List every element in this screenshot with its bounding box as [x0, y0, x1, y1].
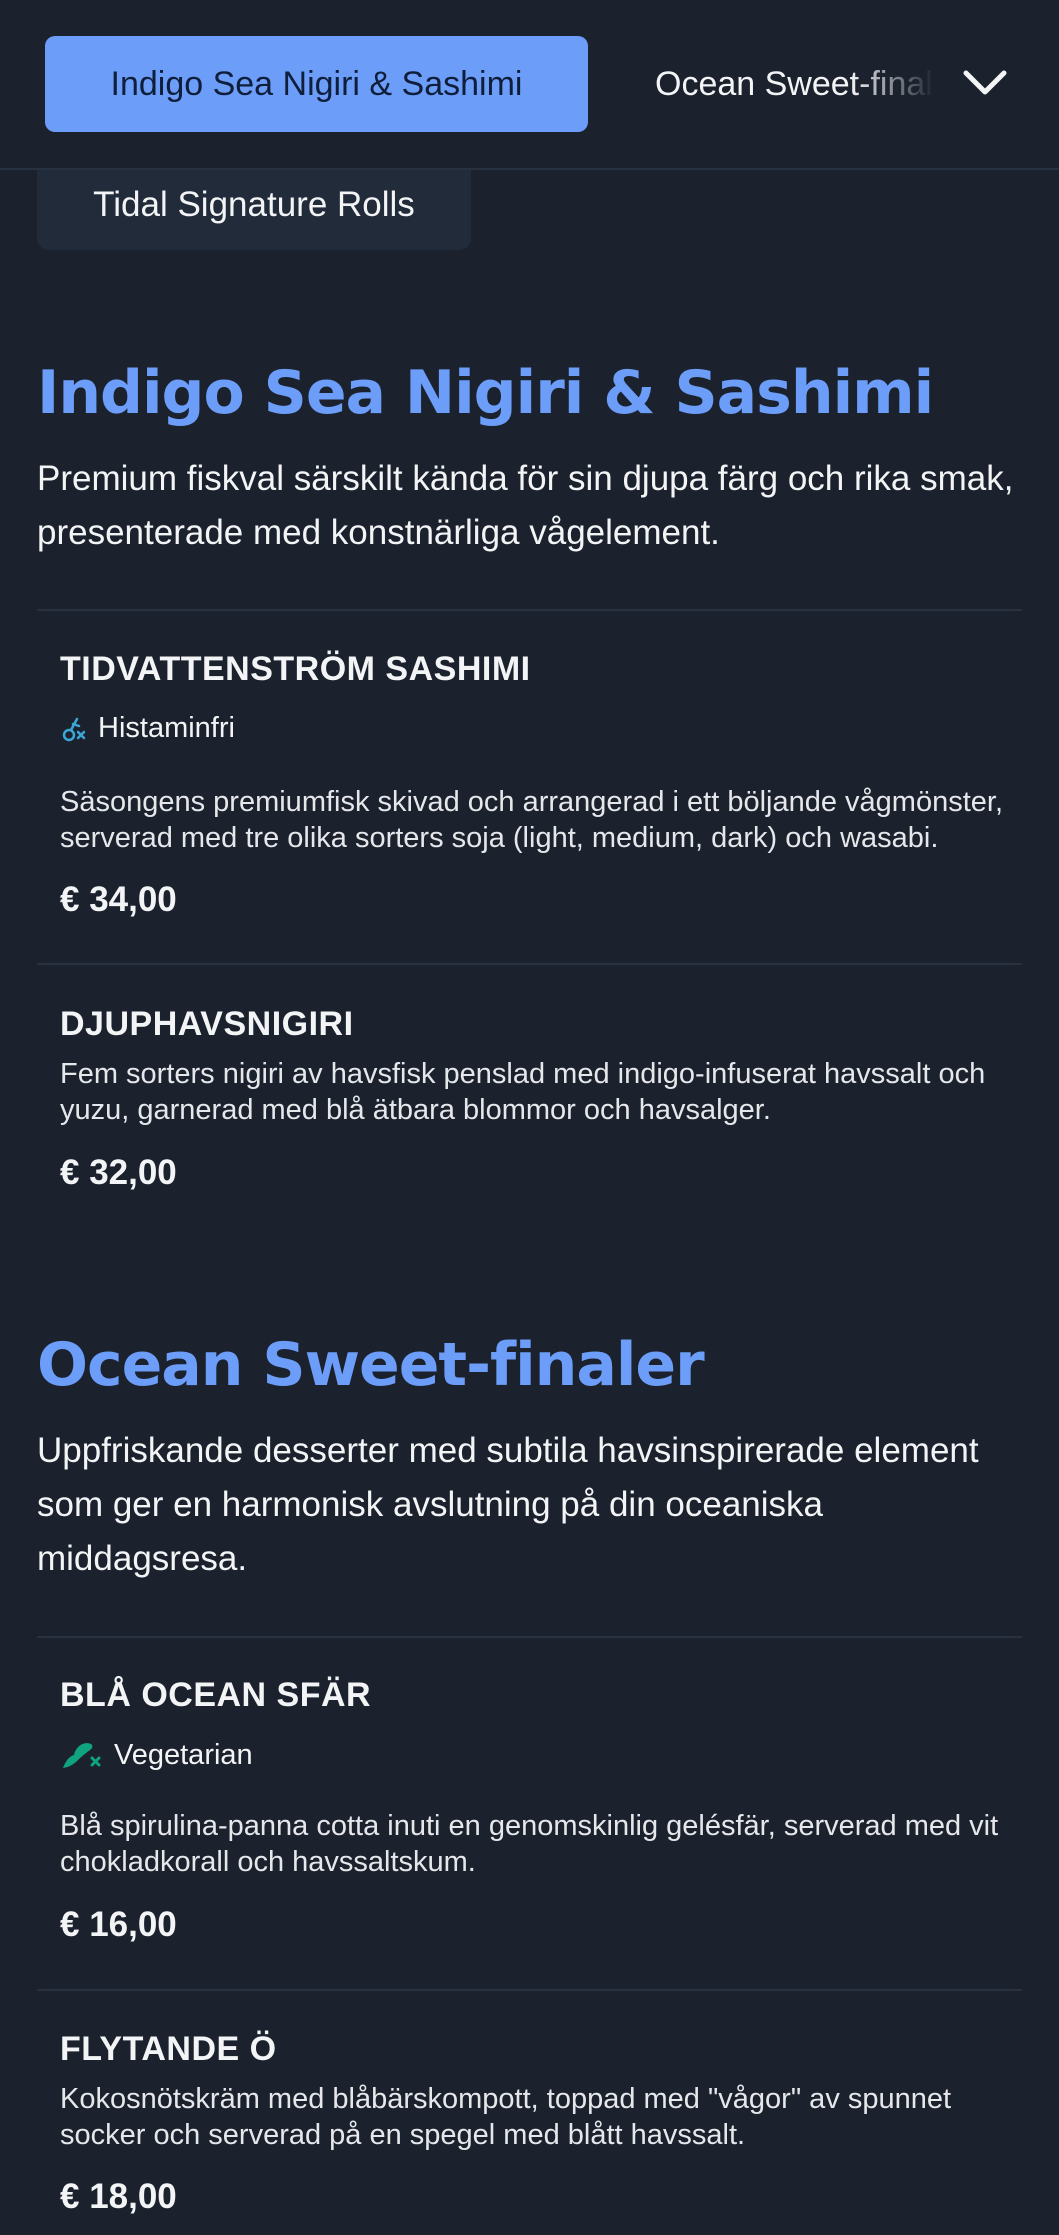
- category-pill-label: Tidal Signature Rolls: [93, 185, 415, 224]
- item-name: DJUPHAVSNIGIRI: [60, 1005, 354, 1043]
- category-pill-label: Indigo Sea Nigiri & Sashimi: [110, 64, 523, 103]
- divider: [37, 1989, 1022, 1991]
- item-price: € 32,00: [60, 1153, 177, 1192]
- item-description: Fem sorters nigiri av havsfisk penslad m…: [60, 1058, 986, 1126]
- item-name: BLÅ OCEAN SFÄR: [60, 1676, 372, 1714]
- chevron-down-icon: [963, 70, 1007, 95]
- histamine-free-icon: [62, 717, 86, 741]
- category-pill-tidal-signature-rolls[interactable]: Tidal Signature Rolls: [37, 160, 471, 250]
- item-name: FLYTANDE Ö: [60, 2030, 277, 2068]
- category-pill-active[interactable]: Indigo Sea Nigiri & Sashimi: [45, 36, 588, 132]
- item-price: € 16,00: [60, 1905, 177, 1944]
- section-description: Premium fiskval särskilt kända för sin d…: [37, 459, 1014, 552]
- item-description: Säsongens premiumfisk skivad och arrange…: [60, 786, 1004, 854]
- vegetarian-icon: [63, 1743, 101, 1768]
- item-name: TIDVATTENSTRÖM SASHIMI: [60, 650, 531, 688]
- section-description: Uppfriskande desserter med subtila havsi…: [37, 1431, 979, 1578]
- divider: [37, 609, 1022, 611]
- section-title: Ocean Sweet-finaler: [37, 1330, 705, 1400]
- category-expand-button[interactable]: [960, 58, 1010, 108]
- item-description: Blå spirulina-panna cotta inuti en genom…: [60, 1810, 999, 1878]
- category-pill-ocean-sweet[interactable]: Ocean Sweet-finaler: [655, 36, 935, 132]
- item-price: € 34,00: [60, 880, 177, 919]
- category-pill-label: Ocean Sweet-finaler: [655, 64, 935, 103]
- item-description: Kokosnötskräm med blåbärskompott, toppad…: [60, 2083, 952, 2151]
- item-price: € 18,00: [60, 2177, 177, 2216]
- dietary-tag-label: Vegetarian: [114, 1738, 253, 1771]
- section-title: Indigo Sea Nigiri & Sashimi: [37, 358, 934, 428]
- dietary-tag: Vegetarian: [60, 1738, 253, 1772]
- dietary-tag: Histaminfri: [60, 712, 235, 745]
- category-nav-bar: Indigo Sea Nigiri & Sashimi Ocean Sweet-…: [0, 0, 1059, 170]
- divider: [37, 1636, 1022, 1638]
- divider: [37, 963, 1022, 965]
- dietary-tag-label: Histaminfri: [98, 712, 235, 744]
